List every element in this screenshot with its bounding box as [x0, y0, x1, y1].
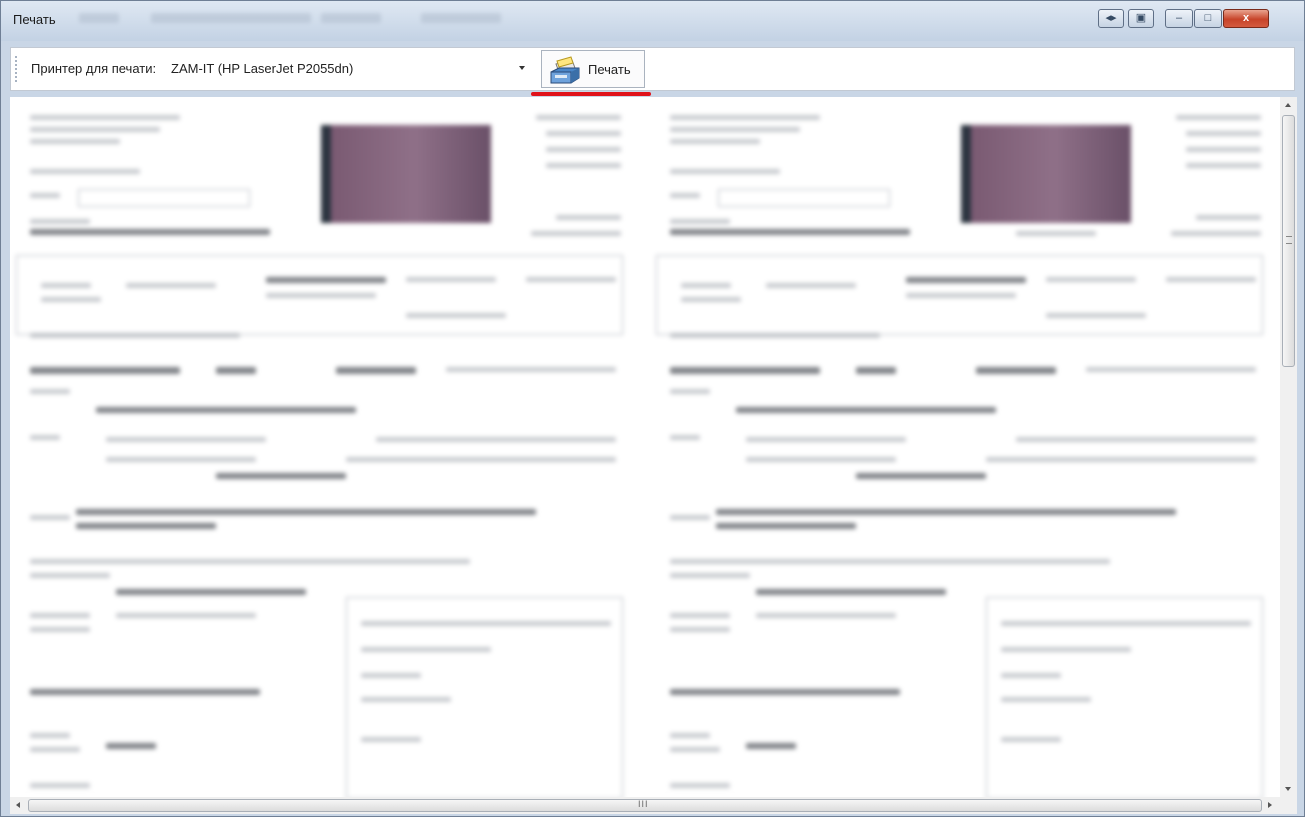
- print-preview-area[interactable]: [10, 97, 1280, 797]
- scrollbar-corner: [1280, 797, 1297, 814]
- vertical-scrollbar[interactable]: [1280, 97, 1297, 797]
- print-toolbar: Принтер для печати: ZAM-IT (HP LaserJet …: [10, 47, 1295, 91]
- preview-page: [656, 97, 1268, 797]
- title-background-blur: [79, 13, 119, 23]
- title-background-blur: [151, 13, 311, 23]
- print-button-label: Печать: [588, 62, 631, 77]
- scroll-left-arrow-icon[interactable]: [16, 802, 20, 808]
- print-window: Печать ◂▸ ▣ – □ x Принтер для печати: ZA…: [0, 0, 1305, 817]
- scroll-up-arrow-icon[interactable]: [1285, 103, 1291, 107]
- chevron-down-icon[interactable]: [519, 66, 525, 70]
- print-button[interactable]: Печать: [541, 50, 645, 88]
- highlight-underline: [531, 92, 651, 96]
- printer-select[interactable]: ZAM-IT (HP LaserJet P2055dn): [169, 58, 531, 80]
- title-background-blur: [421, 13, 501, 23]
- title-background-blur: [321, 13, 381, 23]
- toolbar-grip[interactable]: [15, 56, 17, 82]
- close-button[interactable]: x: [1223, 9, 1269, 28]
- tile-arrows-icon[interactable]: ◂▸: [1098, 9, 1124, 28]
- thumb-grip-icon: III: [638, 799, 649, 809]
- restore-panel-icon[interactable]: ▣: [1128, 9, 1154, 28]
- window-title: Печать: [13, 12, 56, 27]
- minimize-button[interactable]: –: [1165, 9, 1193, 28]
- horizontal-scrollbar[interactable]: III: [10, 797, 1280, 814]
- title-bar[interactable]: Печать ◂▸ ▣ – □ x: [1, 1, 1304, 41]
- printer-select-value: ZAM-IT (HP LaserJet P2055dn): [171, 61, 354, 76]
- maximize-button[interactable]: □: [1194, 9, 1222, 28]
- vertical-scroll-thumb[interactable]: [1282, 115, 1295, 367]
- scroll-right-arrow-icon[interactable]: [1268, 802, 1272, 808]
- preview-page: [16, 97, 628, 797]
- printer-icon: [550, 56, 580, 84]
- scroll-down-arrow-icon[interactable]: [1285, 787, 1291, 791]
- printer-label: Принтер для печати:: [31, 61, 157, 76]
- thumb-grip-icon: [1286, 236, 1292, 244]
